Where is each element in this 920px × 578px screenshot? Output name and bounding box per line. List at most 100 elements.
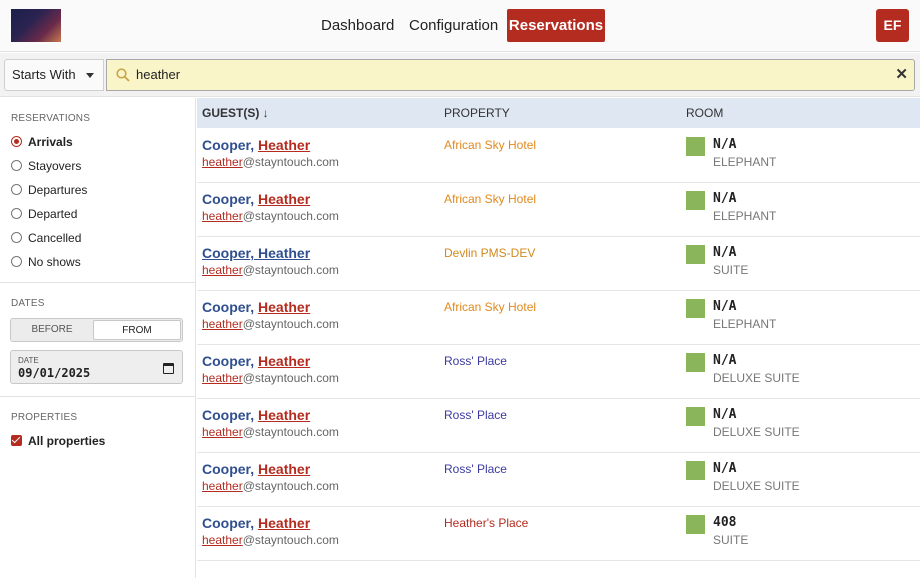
guest-email-domain: @stayntouch.com <box>242 209 339 223</box>
guest-last-name: Cooper <box>202 137 251 153</box>
guest-email: heather@stayntouch.com <box>202 155 339 169</box>
clear-icon[interactable]: ✕ <box>895 60 908 90</box>
room-number: N/A <box>713 407 737 422</box>
all-properties-checkbox[interactable]: All properties <box>11 433 105 449</box>
filter-departures[interactable]: Departures <box>11 182 87 198</box>
property-name: Ross' Place <box>444 354 507 368</box>
calendar-icon[interactable] <box>163 363 174 374</box>
property-name: Heather's Place <box>444 516 529 530</box>
room-number: N/A <box>713 353 737 368</box>
guest-email: heather@stayntouch.com <box>202 425 339 439</box>
guest-name-link[interactable]: Cooper, Heather <box>202 299 310 315</box>
guest-last-name: Cooper <box>202 245 251 261</box>
room-number: N/A <box>713 137 737 152</box>
table-row[interactable]: Cooper, Heather heather@stayntouch.com Ros… <box>197 345 920 399</box>
table-header: GUEST(S) ↓ PROPERTY ROOM <box>197 98 920 128</box>
table-row[interactable]: Cooper, Heather heather@stayntouch.com Hea… <box>197 507 920 561</box>
user-avatar[interactable]: EF <box>876 9 909 42</box>
nav-dashboard[interactable]: Dashboard <box>321 9 394 42</box>
room-status-swatch <box>686 191 705 210</box>
filter-cancelled[interactable]: Cancelled <box>11 230 81 246</box>
toggle-before-button[interactable]: BEFORE <box>11 319 93 341</box>
property-name: Ross' Place <box>444 408 507 422</box>
room-status-swatch <box>686 299 705 318</box>
radio-icon[interactable] <box>11 136 22 147</box>
guest-email-match: heather <box>202 209 243 223</box>
table-row[interactable]: Cooper, Heather heather@stayntouch.com Dev… <box>197 237 920 291</box>
radio-icon[interactable] <box>11 232 22 243</box>
guest-name-link[interactable]: Cooper, Heather <box>202 353 310 369</box>
radio-icon[interactable] <box>11 256 22 267</box>
guest-name-separator: , <box>250 245 259 261</box>
guest-last-name: Cooper <box>202 299 251 315</box>
filter-label: No shows <box>28 255 81 269</box>
date-field[interactable]: DATE 09/01/2025 <box>10 350 183 384</box>
reservations-section-title: RESERVATIONS <box>11 113 91 124</box>
room-type: ELEPHANT <box>713 155 777 169</box>
guest-email-match: heather <box>202 155 243 169</box>
room-number: 408 <box>713 515 737 530</box>
section-divider <box>0 282 196 283</box>
date-field-label: DATE <box>18 356 39 365</box>
guest-email: heather@stayntouch.com <box>202 209 339 223</box>
guest-first-name: Heather <box>258 461 311 477</box>
column-header-property: PROPERTY <box>444 106 510 120</box>
table-row[interactable]: Cooper, Heather heather@stayntouch.com Afr… <box>197 183 920 237</box>
room-number: N/A <box>713 245 737 260</box>
filter-departed[interactable]: Departed <box>11 206 77 222</box>
table-row[interactable]: Cooper, Heather heather@stayntouch.com Ros… <box>197 399 920 453</box>
room-status-swatch <box>686 461 705 480</box>
nav-reservations[interactable]: Reservations <box>507 9 605 42</box>
search-mode-select[interactable]: Starts With <box>4 59 104 91</box>
filter-label: Stayovers <box>28 159 82 173</box>
guest-name-link[interactable]: Cooper, Heather <box>202 245 310 261</box>
guest-email: heather@stayntouch.com <box>202 371 339 385</box>
guest-name-link[interactable]: Cooper, Heather <box>202 137 310 153</box>
room-status-swatch <box>686 515 705 534</box>
guest-name-separator: , <box>250 515 259 531</box>
guest-name-separator: , <box>250 461 259 477</box>
guest-email-domain: @stayntouch.com <box>242 371 339 385</box>
guest-email-match: heather <box>202 371 243 385</box>
properties-section-title: PROPERTIES <box>11 412 78 423</box>
guest-email-match: heather <box>202 317 243 331</box>
room-type: SUITE <box>713 533 749 547</box>
guest-email: heather@stayntouch.com <box>202 263 339 277</box>
search-mode-label: Starts With <box>12 67 76 82</box>
filter-arrivals[interactable]: Arrivals <box>11 134 73 150</box>
app-logo[interactable] <box>11 9 61 42</box>
column-header-guests[interactable]: GUEST(S) ↓ <box>202 98 269 128</box>
guest-name-link[interactable]: Cooper, Heather <box>202 461 310 477</box>
room-status-swatch <box>686 353 705 372</box>
property-name: African Sky Hotel <box>444 138 537 152</box>
guest-name-separator: , <box>250 191 259 207</box>
guest-last-name: Cooper <box>202 461 251 477</box>
toggle-from-button[interactable]: FROM <box>93 320 181 340</box>
search-input[interactable]: heather ✕ <box>106 59 915 91</box>
column-header-room: ROOM <box>686 106 724 120</box>
guest-email-domain: @stayntouch.com <box>242 533 339 547</box>
guest-email-domain: @stayntouch.com <box>242 317 339 331</box>
guest-name-link[interactable]: Cooper, Heather <box>202 407 310 423</box>
checkbox-checked-icon[interactable] <box>11 435 22 446</box>
guest-name-link[interactable]: Cooper, Heather <box>202 191 310 207</box>
nav-configuration[interactable]: Configuration <box>409 9 498 42</box>
search-value: heather <box>136 67 181 82</box>
room-type: ELEPHANT <box>713 317 777 331</box>
table-row[interactable]: Cooper, Heather heather@stayntouch.com Afr… <box>197 291 920 345</box>
room-type: DELUXE SUITE <box>713 479 800 493</box>
radio-icon[interactable] <box>11 160 22 171</box>
room-type: ELEPHANT <box>713 209 777 223</box>
guest-name-link[interactable]: Cooper, Heather <box>202 515 310 531</box>
table-row[interactable]: Cooper, Heather heather@stayntouch.com Ros… <box>197 453 920 507</box>
room-status-swatch <box>686 407 705 426</box>
filter-no-shows[interactable]: No shows <box>11 254 81 270</box>
guest-email-domain: @stayntouch.com <box>242 155 339 169</box>
guest-last-name: Cooper <box>202 515 251 531</box>
radio-icon[interactable] <box>11 184 22 195</box>
filter-stayovers[interactable]: Stayovers <box>11 158 81 174</box>
search-icon <box>116 68 130 82</box>
radio-icon[interactable] <box>11 208 22 219</box>
table-row[interactable]: Cooper, Heather heather@stayntouch.com Afr… <box>197 129 920 183</box>
property-name: African Sky Hotel <box>444 300 537 314</box>
